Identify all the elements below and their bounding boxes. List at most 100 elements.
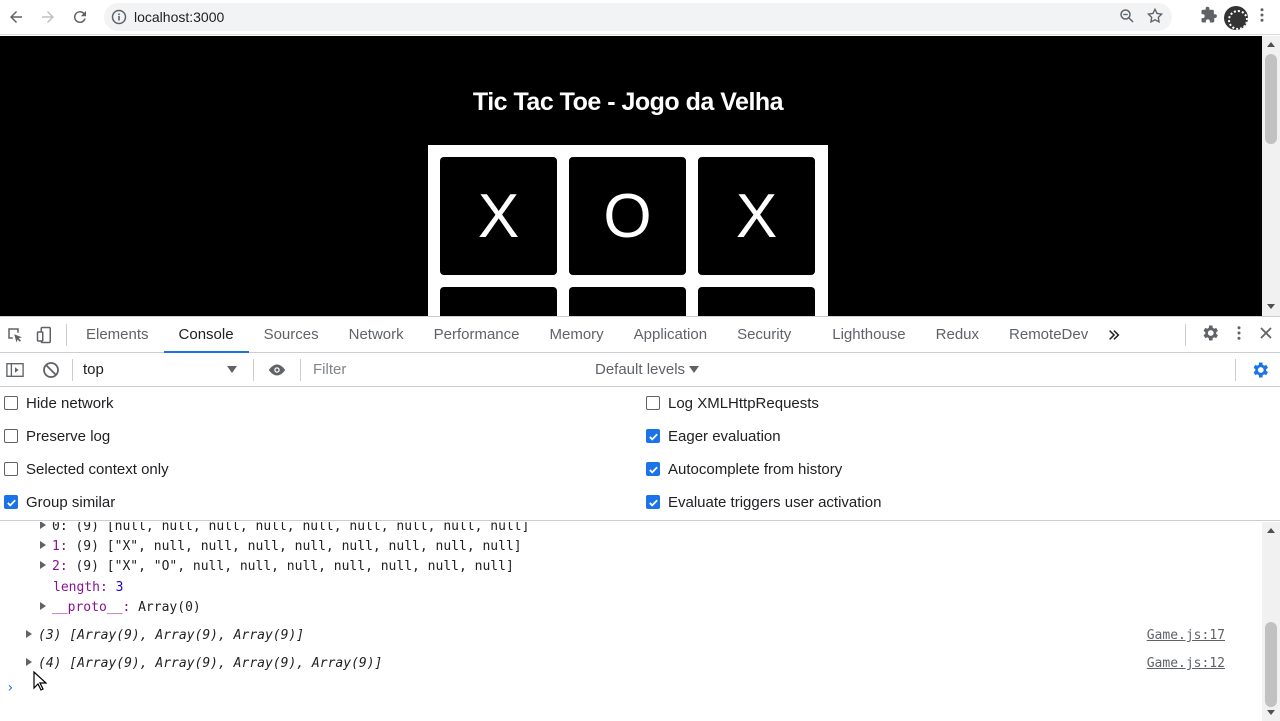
- hide-network-option[interactable]: Hide network: [4, 393, 114, 413]
- console-prompt[interactable]: ›: [6, 680, 14, 696]
- group-similar-checkbox[interactable]: [4, 495, 18, 509]
- log-xmlhttprequests-label: Log XMLHttpRequests: [668, 394, 819, 412]
- console-scrollbar[interactable]: [1262, 522, 1280, 721]
- expand-triangle-icon[interactable]: [40, 561, 46, 569]
- log-entry-2-source-link[interactable]: Game.js:12: [1147, 656, 1225, 671]
- board-cell-0[interactable]: X: [440, 157, 557, 275]
- eager-evaluation-checkbox[interactable]: [646, 429, 660, 443]
- console-log-entry[interactable]: (4) [Array(9), Array(9), Array(9), Array…: [26, 656, 382, 671]
- console-array-row[interactable]: 0: (9) [null, null, null, null, null, nu…: [40, 522, 529, 534]
- board-cell-1[interactable]: O: [569, 157, 686, 275]
- log-xmlhttprequests-checkbox[interactable]: [646, 396, 660, 410]
- console-filter-input[interactable]: [309, 357, 585, 382]
- console-scrollbar-thumb[interactable]: [1265, 622, 1277, 707]
- browser-menu-icon[interactable]: [1254, 6, 1270, 29]
- expand-triangle-icon[interactable]: [40, 522, 46, 529]
- log-entry-1-source-link[interactable]: Game.js:17: [1147, 628, 1225, 643]
- inspect-element-icon[interactable]: [0, 317, 30, 353]
- console-settings-panel: Hide network Preserve log Selected context…: [0, 387, 1280, 521]
- devtools-panel: Elements Console Sources Network Perform…: [0, 316, 1280, 721]
- dropdown-caret-icon: [227, 361, 237, 378]
- url-text: localhost:3000: [134, 9, 225, 25]
- evaluate-triggers-user-activation-option[interactable]: Evaluate triggers user activation: [646, 492, 881, 512]
- board-cell-3[interactable]: [440, 287, 557, 316]
- log-levels-dropdown[interactable]: Default levels: [595, 361, 700, 378]
- console-proto-row[interactable]: __proto__: Array(0): [40, 600, 201, 615]
- tab-network[interactable]: Network: [334, 317, 419, 353]
- extensions-puzzle-icon[interactable]: [1200, 6, 1218, 29]
- devtools-menu-icon[interactable]: [1234, 324, 1244, 347]
- proto-key: __proto__:: [52, 600, 131, 615]
- tab-security[interactable]: Security: [722, 317, 817, 353]
- autocomplete-from-history-option[interactable]: Autocomplete from history: [646, 459, 842, 479]
- array-row-2-value: (9) ["X", "O", null, null, null, null, n…: [67, 559, 514, 574]
- game-board: X O X: [428, 145, 828, 316]
- forward-icon[interactable]: [32, 1, 64, 33]
- tab-performance[interactable]: Performance: [419, 317, 535, 353]
- hide-network-label: Hide network: [26, 394, 114, 412]
- evaluate-triggers-user-activation-checkbox[interactable]: [646, 495, 660, 509]
- tab-sources[interactable]: Sources: [249, 317, 334, 353]
- log-entry-1-text: (3) [Array(9), Array(9), Array(9)]: [38, 628, 305, 643]
- expand-triangle-icon[interactable]: [26, 630, 32, 638]
- board-cell-5[interactable]: [698, 287, 815, 316]
- array-row-2-key: 2:: [52, 559, 68, 574]
- more-tabs-chevron-icon[interactable]: [1099, 317, 1129, 353]
- tab-redux[interactable]: Redux: [921, 317, 994, 353]
- preserve-log-option[interactable]: Preserve log: [4, 426, 110, 446]
- console-array-row[interactable]: 1: (9) ["X", null, null, null, null, nul…: [40, 539, 522, 554]
- autocomplete-from-history-label: Autocomplete from history: [668, 460, 843, 478]
- clear-console-icon[interactable]: [36, 352, 66, 388]
- page-viewport: Tic Tac Toe - Jogo da Velha X O X: [0, 36, 1262, 316]
- group-similar-option[interactable]: Group similar: [4, 492, 115, 512]
- log-levels-label: Default levels: [595, 361, 686, 378]
- selected-context-only-checkbox[interactable]: [4, 462, 18, 476]
- bookmark-star-icon[interactable]: [1146, 7, 1164, 30]
- context-value: top: [83, 361, 104, 378]
- scroll-up-arrow-icon[interactable]: [1267, 42, 1275, 47]
- tab-console[interactable]: Console: [163, 317, 249, 353]
- preserve-log-label: Preserve log: [26, 427, 111, 445]
- log-entry-2-text: (4) [Array(9), Array(9), Array(9), Array…: [38, 656, 383, 671]
- page-scrollbar-thumb[interactable]: [1265, 54, 1277, 144]
- preserve-log-checkbox[interactable]: [4, 429, 18, 443]
- scroll-down-arrow-icon[interactable]: [1267, 304, 1275, 309]
- tab-memory[interactable]: Memory: [535, 317, 619, 353]
- console-array-row[interactable]: 2: (9) ["X", "O", null, null, null, null…: [40, 559, 514, 574]
- tab-application[interactable]: Application: [619, 317, 722, 353]
- log-xmlhttprequests-option[interactable]: Log XMLHttpRequests: [646, 393, 819, 413]
- proto-value: Array(0): [130, 600, 201, 615]
- tab-elements[interactable]: Elements: [71, 317, 164, 353]
- profile-avatar[interactable]: [1224, 5, 1248, 30]
- context-selector[interactable]: top: [73, 358, 243, 382]
- zoom-icon[interactable]: [1118, 7, 1136, 30]
- board-cell-2[interactable]: X: [698, 157, 815, 275]
- back-icon[interactable]: [0, 1, 32, 33]
- eager-evaluation-option[interactable]: Eager evaluation: [646, 426, 781, 446]
- device-toolbar-icon[interactable]: [30, 317, 60, 353]
- game-title: Tic Tac Toe - Jogo da Velha: [472, 88, 784, 116]
- page-scrollbar[interactable]: [1262, 36, 1280, 316]
- console-settings-gear-icon[interactable]: [1250, 360, 1270, 384]
- console-sidebar-icon[interactable]: [0, 352, 30, 388]
- board-cell-4[interactable]: [569, 287, 686, 316]
- selected-context-only-option[interactable]: Selected context only: [4, 459, 169, 479]
- autocomplete-from-history-checkbox[interactable]: [646, 462, 660, 476]
- reload-icon[interactable]: [64, 1, 96, 33]
- live-expression-eye-icon[interactable]: [254, 352, 300, 388]
- array-row-1-key: 1:: [52, 539, 68, 554]
- console-log-entry[interactable]: (3) [Array(9), Array(9), Array(9)]: [26, 628, 304, 643]
- console-scroll-up-arrow-icon[interactable]: [1267, 528, 1275, 533]
- console-scroll-down-arrow-icon[interactable]: [1267, 710, 1275, 715]
- expand-triangle-icon[interactable]: [40, 541, 46, 549]
- eager-evaluation-label: Eager evaluation: [668, 427, 781, 445]
- tab-lighthouse[interactable]: Lighthouse: [817, 317, 920, 353]
- expand-triangle-icon[interactable]: [40, 602, 46, 610]
- tab-remotedev[interactable]: RemoteDev: [994, 317, 1103, 353]
- hide-network-checkbox[interactable]: [4, 396, 18, 410]
- info-icon[interactable]: [104, 9, 134, 25]
- address-bar[interactable]: localhost:3000: [104, 3, 1172, 31]
- devtools-settings-gear-icon[interactable]: [1200, 323, 1220, 348]
- devtools-close-icon[interactable]: [1258, 325, 1274, 346]
- expand-triangle-icon[interactable]: [26, 658, 32, 666]
